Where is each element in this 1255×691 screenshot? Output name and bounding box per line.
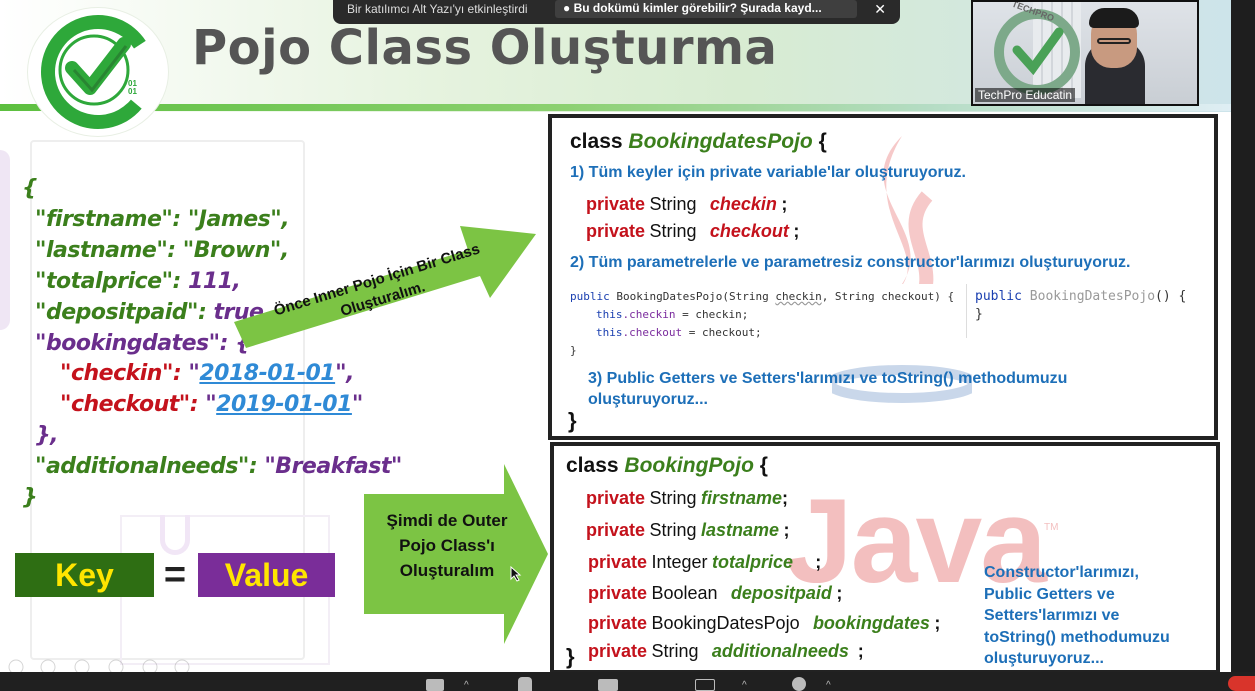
equals-sign: = xyxy=(163,554,187,596)
java-watermark-tm: TM xyxy=(1044,522,1059,533)
mouse-cursor-icon xyxy=(510,566,522,582)
field-totalprice: private Integer totalprice ; xyxy=(588,552,822,572)
close-icon[interactable]: ✕ xyxy=(874,1,886,18)
json-line-bookingdates: "bookingdates": { xyxy=(35,331,251,356)
note-line: Public Getters ve xyxy=(984,585,1115,603)
json-line-checkout: "checkout": "2019-01-01" xyxy=(60,392,363,417)
code-line: } xyxy=(975,307,983,322)
chevron-up-icon[interactable]: ^ xyxy=(826,680,831,691)
techpro-logo: 01 01 xyxy=(28,8,168,136)
step3-text-line1: 3) Public Getters ve Setters'larımızı ve… xyxy=(588,370,1068,387)
value-badge: Value xyxy=(198,553,335,597)
json-inner-close: }, xyxy=(35,423,59,448)
step2-text: 2) Tüm parametrelerle ve parametresiz co… xyxy=(570,254,1131,271)
field-firstname: private String firstname; xyxy=(586,488,788,508)
field-checkout: private String checkout ; xyxy=(586,221,800,241)
slide-title: Pojo Class Oluşturma xyxy=(192,20,778,76)
json-close-brace: } xyxy=(22,485,38,510)
camera-name-label: TechPro Educatin xyxy=(975,88,1076,102)
field-additionalneeds: private String additionalneeds ; xyxy=(588,641,864,661)
field-lastname: private String lastname ; xyxy=(586,520,790,540)
default-constructor-snippet: public BookingDatesPojo() { } xyxy=(966,284,1214,338)
slide-toolbar-icons[interactable] xyxy=(6,659,196,672)
booking-class-header: class BookingPojo { xyxy=(566,454,768,477)
code-line: public BookingDatesPojo(String checkin, … xyxy=(570,290,955,303)
json-line-additionalneeds: "additionalneeds": "Breakfast" xyxy=(35,454,402,479)
presenter-hair xyxy=(1089,8,1139,28)
constructor-code-snippet: public BookingDatesPojo(String checkin, … xyxy=(562,284,962,360)
logo-binary: 01 01 xyxy=(128,79,137,96)
note-line: Constructor'larımızı, xyxy=(984,564,1139,581)
bg-accent-2 xyxy=(160,515,190,555)
meeting-toolbar: ^ ^ ^ xyxy=(0,672,1255,691)
code-line: this.checkout = checkout; xyxy=(596,326,762,339)
key-badge: Key xyxy=(15,553,154,597)
bg-accent xyxy=(0,150,10,330)
code-line: } xyxy=(570,344,577,357)
bookingdates-pojo-box: class BookingdatesPojo { 1) Tüm keyler i… xyxy=(548,114,1218,440)
meeting-notification: Bir katılımcı Alt Yazı'yı etkinleştirdi … xyxy=(333,0,900,24)
chevron-up-icon[interactable]: ^ xyxy=(464,680,469,691)
leave-call-button[interactable] xyxy=(1228,676,1255,691)
meeting-side-strip xyxy=(1231,0,1255,691)
presenter-glasses xyxy=(1097,38,1131,44)
bookingdates-close-brace: } xyxy=(568,408,577,433)
bookingdates-class-header: class BookingdatesPojo { xyxy=(570,130,827,153)
booking-close-brace: } xyxy=(566,644,575,669)
note-line: oluşturuyoruz... xyxy=(984,650,1104,667)
outer-pojo-arrow: Şimdi de Outer Pojo Class'ı Oluşturalım xyxy=(364,464,550,644)
present-icon[interactable] xyxy=(598,679,618,691)
emoji-icon[interactable] xyxy=(792,677,806,691)
step1-text: 1) Tüm keyler için private variable'lar … xyxy=(570,164,966,181)
field-depositpaid: private Boolean depositpaid ; xyxy=(588,583,843,603)
code-line: public BookingDatesPojo() { xyxy=(975,289,1187,304)
inner-pojo-arrow: Önce Inner Pojo İçin Bir Class Oluştural… xyxy=(228,214,548,364)
json-open-brace: { xyxy=(22,176,38,201)
slide-toolbar[interactable] xyxy=(6,659,196,672)
chevron-up-icon[interactable]: ^ xyxy=(742,680,747,691)
step3-text-line2: oluşturuyoruz... xyxy=(588,391,708,408)
json-line-totalprice: "totalprice": 111, xyxy=(35,269,241,294)
note-line: toString() methodumuzu xyxy=(984,628,1170,646)
camera-feed[interactable]: TECHPRO TechPro Educatin xyxy=(971,0,1199,106)
json-line-checkin: "checkin": "2018-01-01", xyxy=(60,361,354,386)
captions-icon[interactable] xyxy=(695,679,715,691)
notification-link[interactable]: ● Bu dokümü kimler görebilir? Şurada kay… xyxy=(555,0,857,18)
checkmark-logo-icon xyxy=(41,15,155,129)
booking-pojo-box: Java TM class BookingPojo { private Stri… xyxy=(550,442,1220,672)
field-checkin: private String checkin ; xyxy=(586,194,788,214)
code-line: this.checkin = checkin; xyxy=(596,308,749,321)
raise-hand-icon[interactable] xyxy=(518,677,532,691)
share-screen-icon[interactable] xyxy=(426,679,444,691)
outer-pojo-arrow-text: Şimdi de Outer Pojo Class'ı Oluşturalım xyxy=(386,511,508,580)
info-icon: ● xyxy=(563,1,574,15)
note-line: Setters'larımızı ve xyxy=(984,607,1120,624)
notification-text: Bir katılımcı Alt Yazı'yı etkinleştirdi xyxy=(347,2,528,16)
booking-note: Constructor'larımızı, Public Getters ve … xyxy=(984,562,1170,670)
field-bookingdates: private BookingDatesPojo bookingdates ; xyxy=(588,613,941,633)
